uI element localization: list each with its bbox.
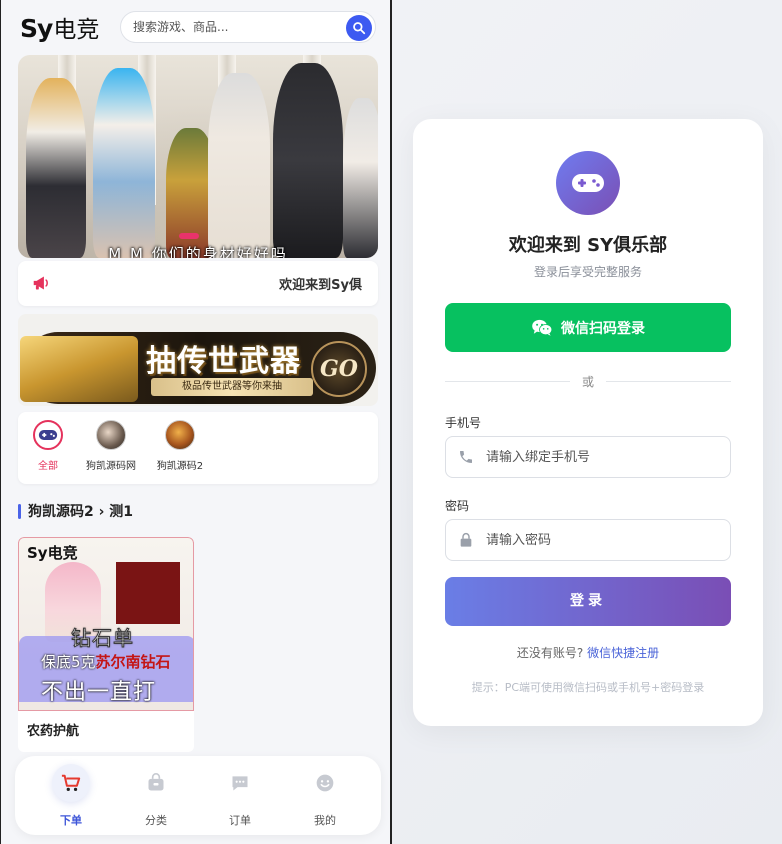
- product-brand: Sy电竞: [27, 544, 78, 562]
- login-button[interactable]: 登录: [445, 577, 731, 626]
- welcome-title: 欢迎来到 SY俱乐部: [508, 235, 668, 256]
- tab-label: 分类: [145, 814, 167, 827]
- product-line2-highlight: 苏尔南钻石: [95, 653, 171, 671]
- category-row: 全部 狗凯源码网 狗凯源码2: [18, 412, 378, 484]
- password-label: 密码: [445, 499, 470, 513]
- phone-field: [445, 436, 731, 478]
- bottom-tab-bar: 下单 分类 订单 我的: [15, 756, 381, 835]
- tab-category[interactable]: 分类: [126, 764, 186, 828]
- product-name: 农药护航: [27, 724, 80, 739]
- banner-figure: [26, 78, 86, 258]
- tab-profile[interactable]: 我的: [295, 764, 355, 828]
- banner-carousel[interactable]: M M 你们的身材好好吗: [18, 55, 378, 258]
- tab-label: 下单: [60, 814, 82, 827]
- promo-banner[interactable]: 抽传世武器 极品传世武器等你来抽 GO: [18, 314, 378, 406]
- tab-label: 我的: [314, 814, 336, 827]
- login-hint: 提示：PC端可使用微信扫码或手机号+密码登录: [471, 681, 705, 694]
- category-label: 全部: [38, 461, 58, 472]
- product-line1: 钻石单: [71, 626, 134, 651]
- wechat-icon: [531, 319, 553, 337]
- or-divider: 或: [445, 373, 731, 389]
- notice-bar[interactable]: 欢迎来到Sy俱: [18, 261, 378, 306]
- divider-line: [606, 381, 731, 382]
- product-diamond-image: [116, 562, 180, 624]
- promo-title: 抽传世武器: [146, 344, 301, 379]
- phone-input[interactable]: [486, 449, 716, 465]
- password-input[interactable]: [486, 532, 716, 548]
- category-label: 狗凯源码网: [86, 461, 136, 472]
- search-box: [120, 11, 376, 43]
- wechat-login-label: 微信扫码登录: [561, 320, 645, 337]
- cart-icon: [52, 764, 90, 802]
- product-line2-prefix: 保底5克: [41, 653, 96, 671]
- tab-order[interactable]: 下单: [41, 764, 101, 828]
- phone-icon: [460, 451, 472, 463]
- product-line3: 不出一直打: [41, 680, 157, 705]
- category-goukai-2[interactable]: 狗凯源码2: [145, 420, 215, 472]
- logo-cn: 电竞: [53, 17, 100, 43]
- search-button[interactable]: [346, 15, 372, 41]
- banner-figure: [93, 68, 155, 258]
- tab-orders[interactable]: 订单: [210, 764, 270, 828]
- club-logo: [556, 151, 620, 215]
- category-all[interactable]: 全部: [13, 420, 83, 472]
- category-goukai-1[interactable]: 狗凯源码网: [76, 420, 146, 472]
- logo-sy: Sy: [20, 14, 53, 43]
- search-icon: [353, 22, 366, 35]
- logo[interactable]: Sy 电竞: [20, 10, 99, 44]
- gamepad-icon: [572, 174, 604, 192]
- smile-icon: [306, 764, 344, 802]
- banner-caption: M M 你们的身材好好吗: [108, 245, 288, 258]
- wechat-login-button[interactable]: 微信扫码登录: [445, 303, 731, 352]
- banner-figure: [343, 98, 378, 258]
- carousel-indicator[interactable]: [179, 233, 199, 239]
- bag-icon: [137, 764, 175, 802]
- register-link[interactable]: 微信快捷注册: [587, 646, 659, 660]
- notice-text: 欢迎来到Sy俱: [279, 278, 362, 293]
- banner-figure: [208, 73, 270, 258]
- lock-icon: [460, 533, 472, 547]
- password-field: [445, 519, 731, 561]
- register-row: 还没有账号? 微信快捷注册: [413, 644, 763, 661]
- section-title[interactable]: 狗凯源码2 › 测1: [18, 501, 133, 521]
- login-card: 欢迎来到 SY俱乐部 登录后享受完整服务 微信扫码登录 或 手机号 密码 登录 …: [413, 119, 763, 726]
- product-line2: 保底5克苏尔南钻石: [41, 651, 171, 672]
- top-bar: Sy 电竞: [1, 0, 390, 52]
- gamepad-icon: [33, 420, 63, 450]
- chat-icon: [221, 764, 259, 802]
- megaphone-icon: [33, 276, 48, 290]
- game-avatar-icon: [96, 420, 126, 450]
- game-avatar-icon: [165, 420, 195, 450]
- category-label: 狗凯源码2: [156, 461, 204, 472]
- phone-label: 手机号: [445, 416, 482, 430]
- treasure-chest-image: [20, 336, 138, 402]
- register-prompt: 还没有账号?: [516, 646, 584, 660]
- tab-label: 订单: [229, 814, 251, 827]
- product-card[interactable]: Sy电竞 钻石单 保底5克苏尔南钻石 不出一直打 农药护航: [18, 537, 194, 752]
- promo-subtitle: 极品传世武器等你来抽: [151, 378, 313, 396]
- mobile-shop-panel: Sy 电竞 M M 你们的身材好好吗 欢迎来到Sy俱 抽传世武器 极品传世武器等…: [0, 0, 392, 844]
- banner-figure: [273, 63, 343, 258]
- promo-go-button[interactable]: GO: [311, 341, 367, 397]
- welcome-subtitle: 登录后享受完整服务: [533, 265, 642, 279]
- product-image: Sy电竞 钻石单 保底5克苏尔南钻石 不出一直打: [18, 537, 194, 711]
- search-input[interactable]: [133, 20, 333, 34]
